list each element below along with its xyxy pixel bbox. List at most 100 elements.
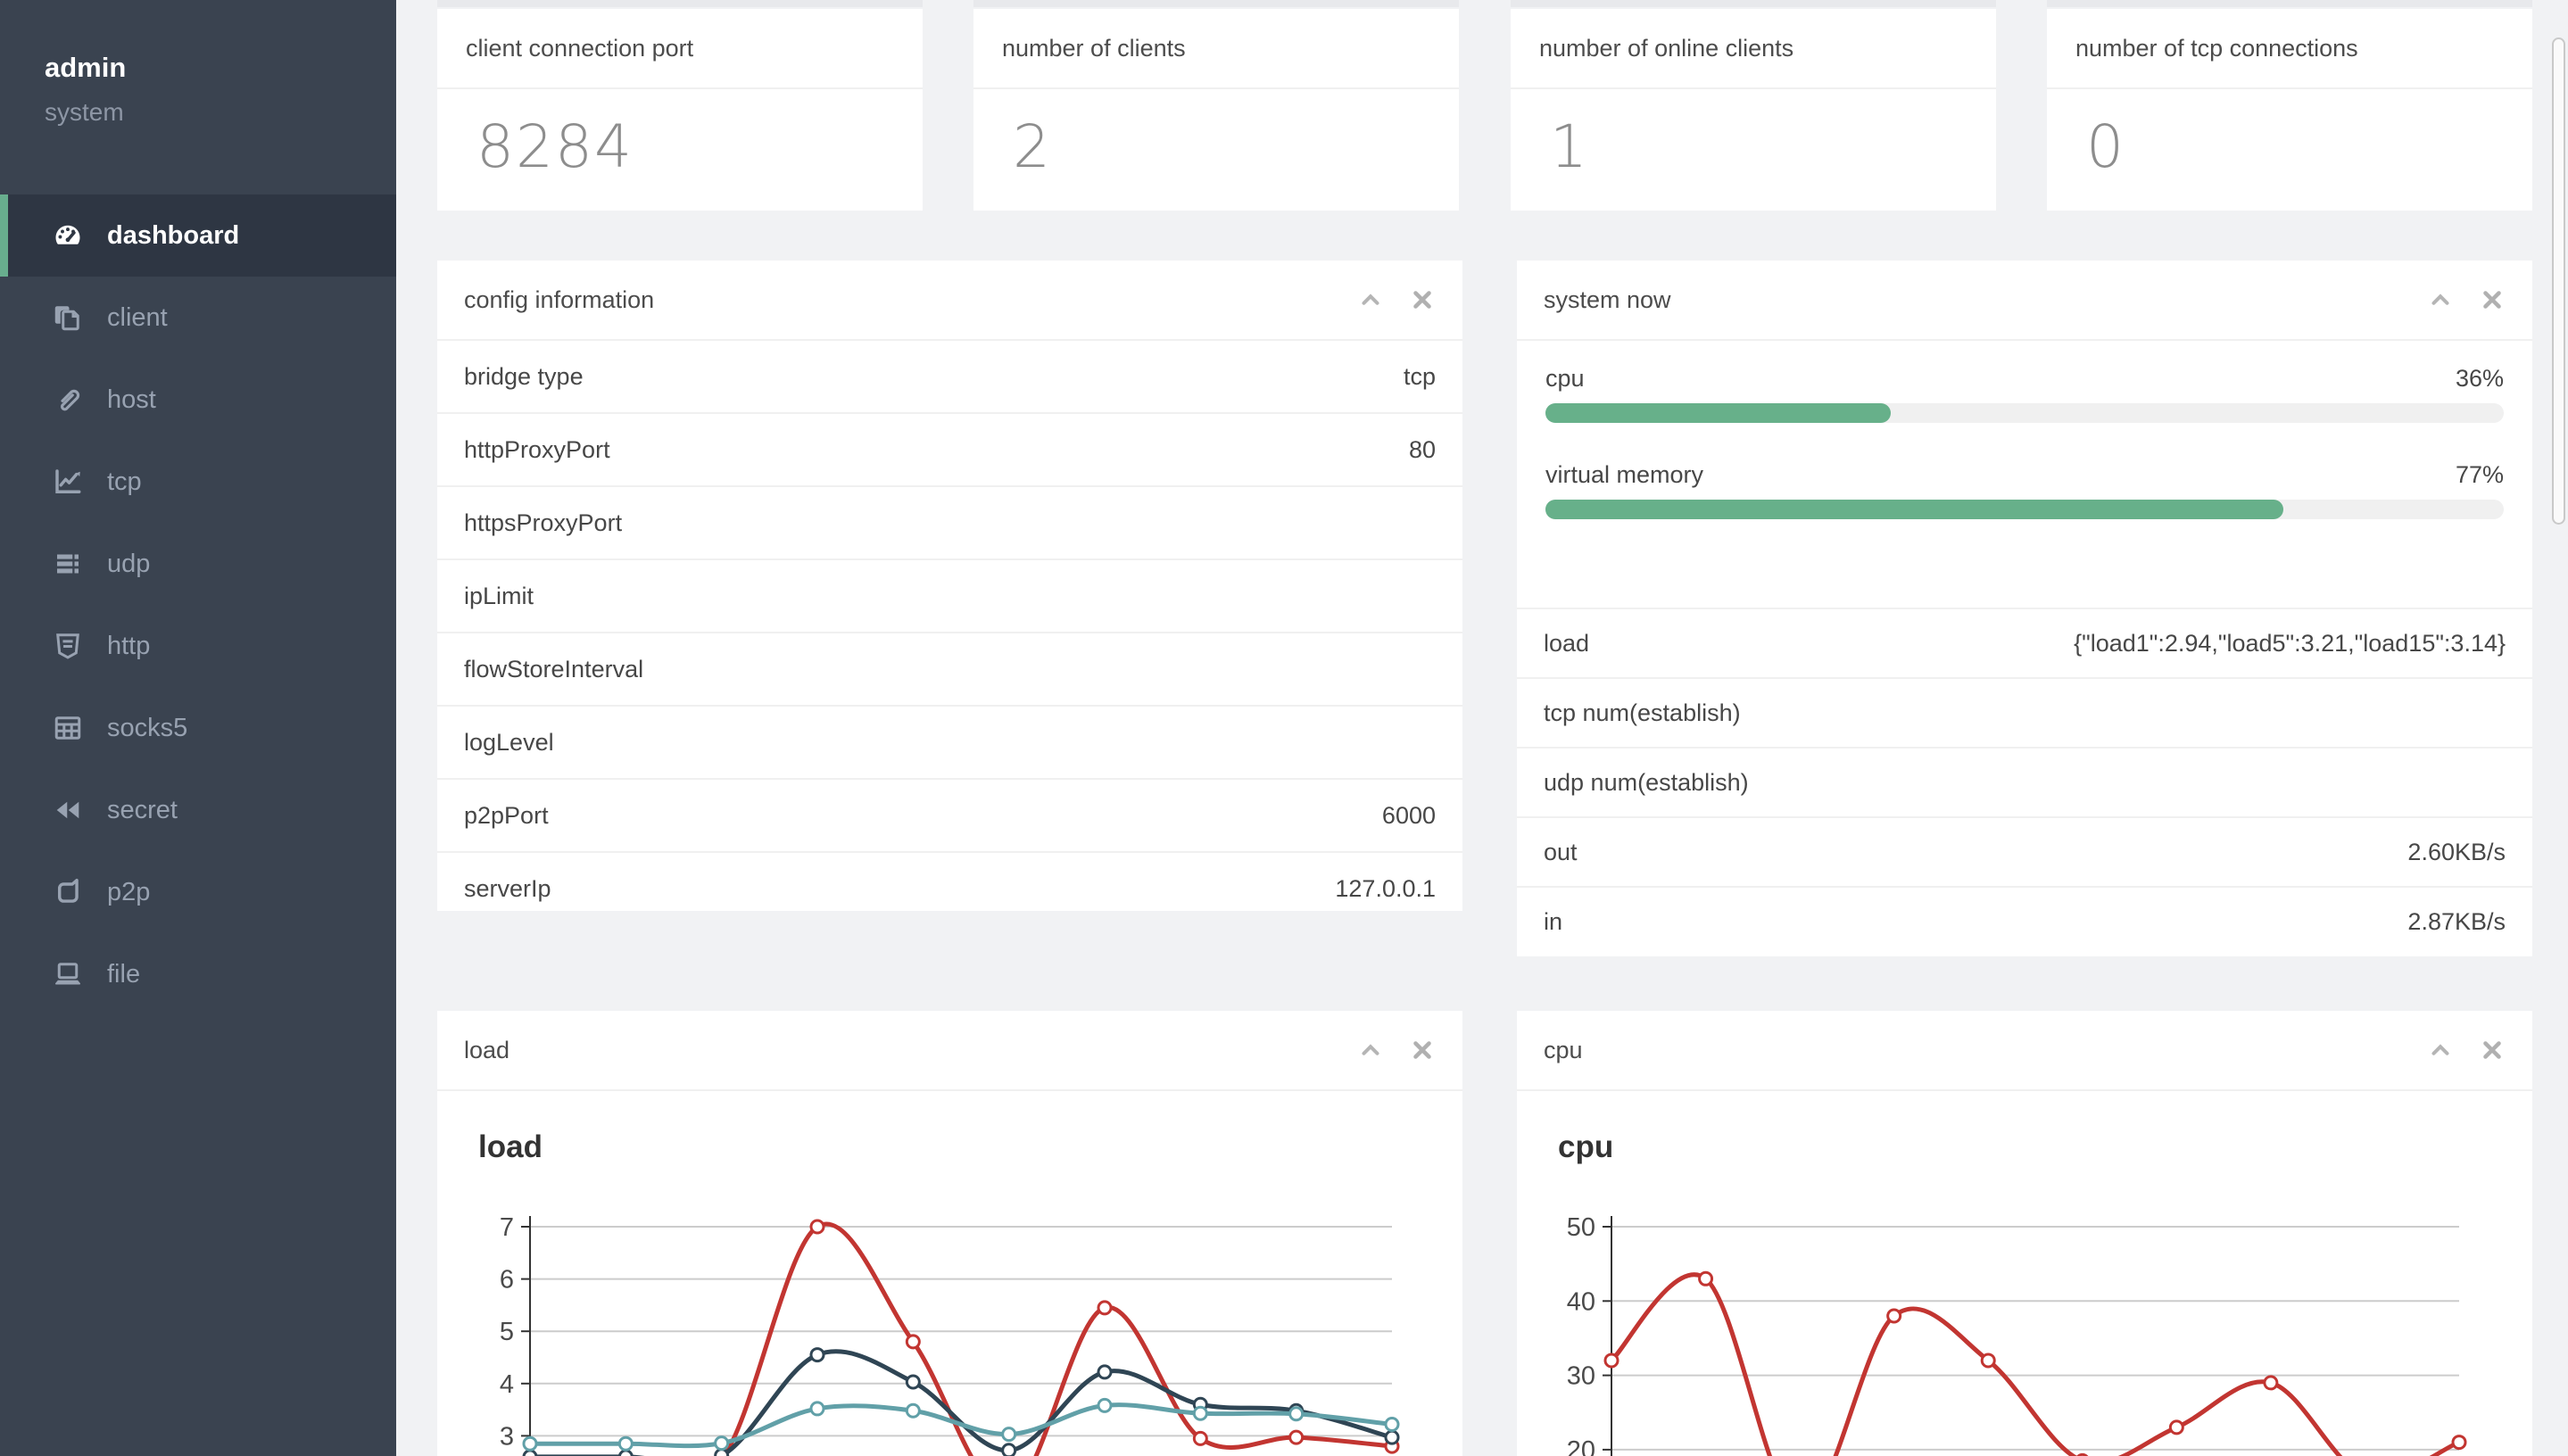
chart-data-point [809,1401,825,1417]
chart-data-point [1001,1427,1017,1443]
info-row: logLevel [437,705,1462,778]
sidebar-item-file[interactable]: file [0,933,396,1015]
memory-progress-track [1545,500,2504,519]
y-axis-tick: 4 [500,1370,514,1399]
y-axis-tick: 30 [1567,1362,1595,1391]
row-label: p2pPort [464,801,549,829]
system-now-panel: system now cpu 36% virtual memory 77% lo… [1517,261,2532,956]
load-chart-panel: load load 7 6 5 4 3 [437,1011,1462,1456]
sidebar-item-label: tcp [107,467,142,496]
memory-percent: 77% [2455,460,2504,488]
panel-header: config information [437,261,1462,341]
row-label: ipLimit [464,582,534,609]
close-icon[interactable] [1409,286,1436,313]
panel-title: load [464,1036,510,1063]
stat-card: client connection port 8284 [437,9,923,211]
vertical-scrollbar-thumb[interactable] [2552,37,2565,525]
panel-title: system now [1544,285,1671,313]
info-row: httpProxyPort 80 [437,412,1462,485]
sidebar-item-label: file [107,959,141,989]
sidebar-item-client[interactable]: client [0,277,396,359]
collapse-icon[interactable] [2427,1037,2454,1063]
y-axis-tick: 50 [1567,1213,1595,1242]
sidebar-item-http[interactable]: http [0,605,396,687]
y-axis-tick: 20 [1567,1436,1595,1456]
card-top-strip [2047,0,2532,7]
row-label: logLevel [464,728,554,756]
row-value: 6000 [1381,801,1436,829]
y-axis-tick: 6 [500,1266,514,1295]
chart-data-point [1698,1270,1714,1286]
cpu-label: cpu [1545,364,1585,392]
sidebar-item-secret[interactable]: secret [0,769,396,851]
row-label: serverIp [464,874,551,902]
sidebar-item-label: host [107,385,156,414]
stat-card-title: client connection port [437,9,923,89]
info-row: tcp num(establish) [1517,677,2532,747]
row-label: httpsProxyPort [464,509,623,536]
config-information-panel: config information bridge type tcp httpPro… [437,261,1462,911]
y-axis-tick: 7 [500,1213,514,1242]
chart-data-point [1384,1429,1400,1445]
chart-data-point [522,1435,538,1452]
progress-section: cpu 36% virtual memory 77% [1517,341,2532,608]
chart-data-point [1192,1405,1208,1421]
chart-data-point [1097,1300,1113,1316]
chart-data-point [1603,1353,1619,1369]
sidebar-item-p2p[interactable]: p2p [0,851,396,933]
memory-label: virtual memory [1545,460,1704,488]
sidebar-item-host[interactable]: host [0,359,396,441]
cpu-percent: 36% [2455,364,2504,392]
http-icon [52,630,84,662]
info-row: flowStoreInterval [437,632,1462,705]
load-line-chart: load 7 6 5 4 3 [478,1129,1400,1456]
row-label: load [1544,629,1590,657]
row-value: tcp [1403,362,1436,390]
sidebar-menu: dashboard client host tcp udp http socks5 secre… [0,194,396,1015]
sidebar-item-label: udp [107,549,151,578]
info-row: p2pPort 6000 [437,778,1462,851]
sidebar-item-socks5[interactable]: socks5 [0,687,396,769]
row-value: {"load1":2.94,"load5":3.21,"load15":3.14… [2074,629,2506,657]
user-block: admin system [0,0,396,127]
chart-data-point [1192,1430,1208,1446]
row-value: 2.87KB/s [2407,907,2506,935]
panel-title: cpu [1544,1036,1583,1063]
row-label: tcp num(establish) [1544,699,1741,726]
stat-card-value: 0 [2086,112,2125,181]
collapse-icon[interactable] [1357,1037,1384,1063]
collapse-icon[interactable] [1357,286,1384,313]
close-icon[interactable] [2479,286,2506,313]
sidebar-item-label: p2p [107,877,151,906]
close-icon[interactable] [1409,1037,1436,1063]
sidebar-item-dashboard[interactable]: dashboard [0,194,396,277]
chart-data-point [809,1219,825,1235]
cpu-line-chart: cpu 50 40 30 20 [1558,1129,2467,1456]
close-icon[interactable] [2479,1037,2506,1063]
cpu-chart-panel: cpu cpu 50 40 30 20 [1517,1011,2532,1456]
sidebar-item-label: dashboard [107,220,240,250]
card-top-strip [437,0,923,7]
info-row: out 2.60KB/s [1517,816,2532,886]
chart-data-point [1097,1364,1113,1380]
info-row: in 2.87KB/s [1517,886,2532,956]
stat-card-title: number of online clients [1511,9,1996,89]
tcp-icon [52,466,84,498]
chart-data-point [1384,1417,1400,1433]
sidebar-item-tcp[interactable]: tcp [0,441,396,523]
client-icon [52,302,84,334]
chart-data-point [1001,1443,1017,1456]
chart-title: load [478,1129,543,1164]
memory-progress-fill [1545,500,2283,519]
cpu-progress: cpu 36% [1545,353,2504,423]
y-axis-tick: 40 [1567,1287,1595,1316]
collapse-icon[interactable] [2427,286,2454,313]
row-label: udp num(establish) [1544,768,1749,796]
chart-data-point [617,1435,634,1452]
stat-card-value: 1 [1550,112,1589,181]
info-row: serverIp 127.0.0.1 [437,851,1462,924]
sidebar-item-udp[interactable]: udp [0,523,396,605]
config-rows: bridge type tcp httpProxyPort 80 httpsProxyP… [437,341,1462,924]
info-row: bridge type tcp [437,341,1462,412]
panel-actions [1357,1037,1436,1063]
